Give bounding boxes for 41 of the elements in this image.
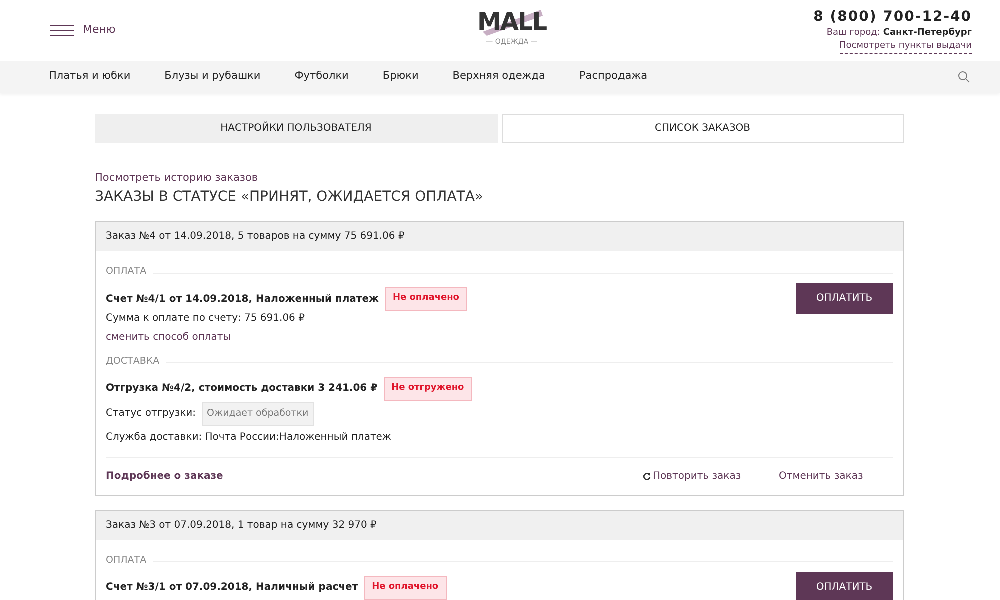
nav-link[interactable]: Брюки	[382, 69, 419, 85]
repeat-order-link[interactable]: Повторить заказ	[643, 468, 779, 484]
city-link[interactable]: Санкт-Петербург	[883, 27, 972, 40]
phone-number: 8 (800) 700-12-40	[814, 8, 972, 27]
nav-link[interactable]: Распродажа	[579, 69, 648, 85]
shipment-status-label: Статус отгрузки:	[106, 407, 196, 422]
order-title: Заказ №3 от 07.09.2018, 1 товар на сумму 32 970 ₽	[106, 518, 377, 533]
section-title: ДОСТАВКА	[106, 354, 160, 369]
nav-link[interactable]: Верхняя одежда	[452, 69, 546, 85]
status-badge: Не оплачено	[384, 287, 468, 311]
refresh-icon	[643, 472, 651, 481]
status-badge: Не отгружено	[384, 377, 472, 400]
delivery-service-text: Служба доставки: Почта России:Наложенный платеж	[106, 430, 392, 445]
order-history-link[interactable]: Посмотреть историю заказов	[95, 171, 904, 185]
tab[interactable]: СПИСОК ЗАКАЗОВ	[502, 114, 904, 143]
search-icon[interactable]	[958, 71, 970, 83]
nav-link[interactable]: Платья и юбки	[49, 69, 131, 85]
brush-stroke-icon	[481, 8, 546, 36]
page-heading: ЗАКАЗЫ В СТАТУСЕ «ПРИНЯТ, ОЖИДАЕТСЯ ОПЛАТА»	[95, 188, 484, 207]
menu-label[interactable]: Меню	[83, 22, 116, 39]
menu-icon[interactable]	[50, 24, 74, 36]
invoice-title: Счет №4/1 от 14.09.2018, Наложенный платеж	[106, 292, 379, 306]
section-title: ОПЛАТА	[106, 265, 147, 279]
logo-title[interactable]: MALL	[477, 8, 547, 36]
pay-button[interactable]: ОПЛАТИТЬ	[796, 572, 893, 600]
status-badge: Не оплачено	[364, 576, 447, 600]
order-title: Заказ №4 от 14.09.2018, 5 товаров на сумму 75 691.06 ₽	[106, 230, 405, 244]
section-title: ОПЛАТА	[106, 554, 147, 568]
pay-button[interactable]: ОПЛАТИТЬ	[796, 283, 893, 314]
invoice-title: Счет №3/1 от 07.09.2018, Наличный расчет	[106, 581, 358, 596]
shipment-status-badge: Ожидает обработки	[202, 402, 314, 426]
change-payment-link[interactable]: сменить способ оплаты	[106, 330, 468, 345]
cancel-order-link[interactable]: Отменить заказ	[779, 468, 893, 484]
shipment-title: Отгрузка №4/2, стоимость доставки 3 241.06 ₽	[106, 382, 378, 396]
amount-text: Сумма к оплате по счету: 75 691.06 ₽	[106, 312, 306, 326]
nav-link[interactable]: Футболки	[294, 69, 349, 85]
nav-link[interactable]: Блузы и рубашки	[164, 69, 261, 85]
city-label: Ваш город:	[826, 27, 880, 40]
order-details-link[interactable]: Подробнее о заказе	[106, 468, 643, 484]
tab[interactable]: НАСТРОЙКИ ПОЛЬЗОВАТЕЛЯ	[95, 114, 498, 143]
pickup-points-link[interactable]: Посмотреть пункты выдачи	[840, 40, 972, 54]
